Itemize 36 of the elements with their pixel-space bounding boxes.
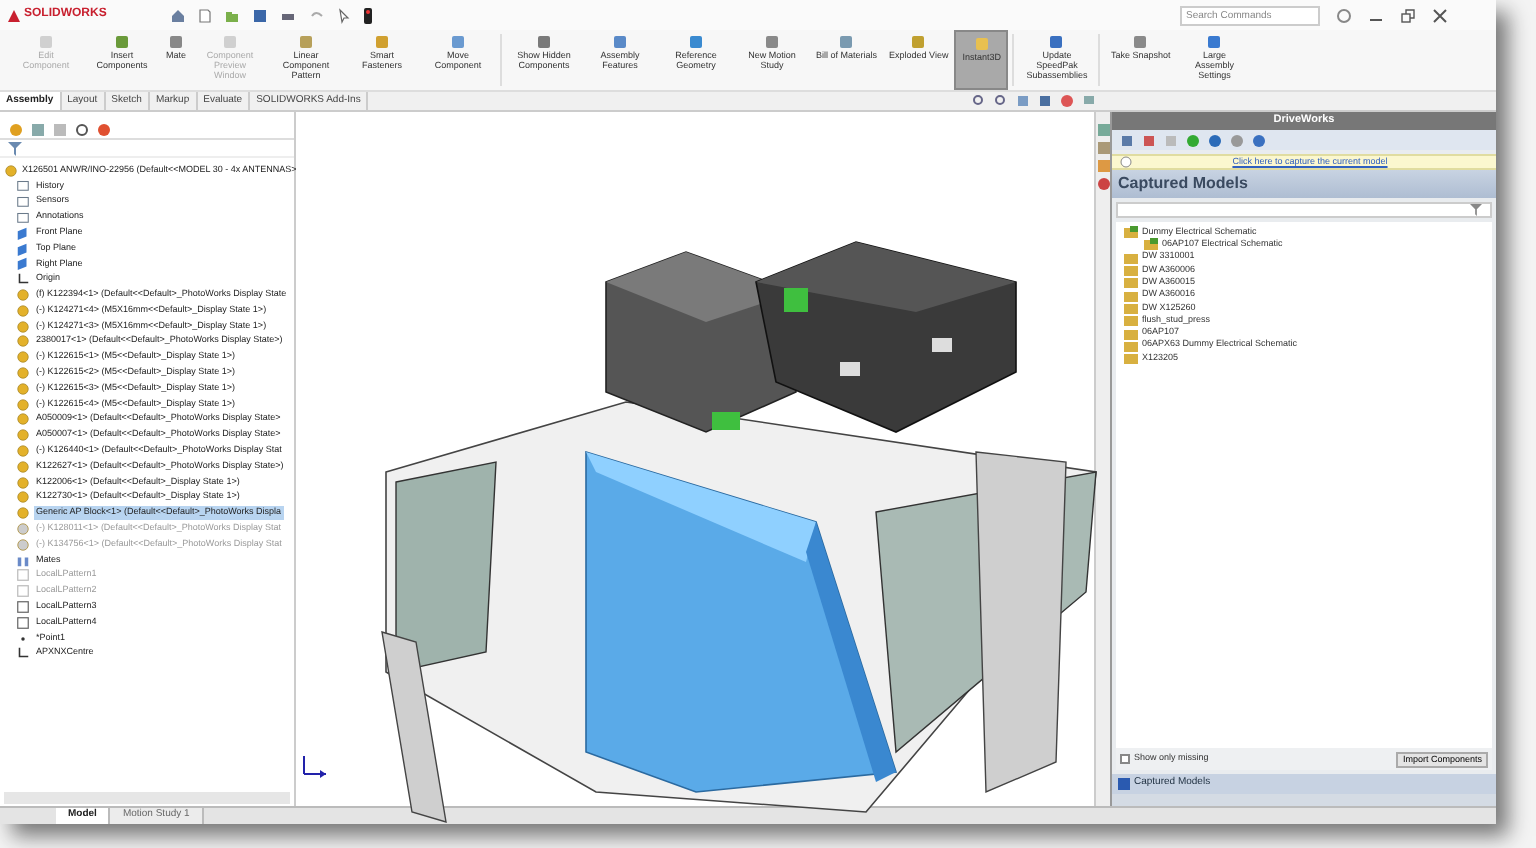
section-heading: Captured Models [1118,172,1248,196]
new-document-icon[interactable] [198,7,213,23]
tool-icon [38,34,54,50]
tool-icon [450,34,467,50]
tool-icon [688,34,705,50]
tool-icon [764,34,781,50]
tool-icon [298,34,315,50]
mates-icon [16,553,30,568]
axis-triad-icon [300,754,328,778]
traffic-light-icon[interactable] [364,7,373,23]
origin-icon [16,646,30,661]
cursor-icon[interactable] [336,7,353,23]
home-icon[interactable] [170,7,187,23]
tool-icon [222,34,239,50]
tool-icon [612,34,629,50]
tool-icon [374,34,391,50]
open-folder-icon[interactable] [224,7,241,23]
tool-icon [1206,34,1223,50]
tool-icon [536,34,553,50]
point-icon [16,631,30,645]
tool-icon [910,34,927,50]
info-icon [1120,156,1132,168]
filter-icon[interactable] [1470,204,1482,216]
tool-icon [114,34,130,50]
tool-icon [973,36,990,52]
tool-icon [168,34,184,50]
tool-icon [1132,34,1149,50]
show-only-missing-checkbox[interactable] [1120,754,1130,764]
restore-icon[interactable] [1400,7,1416,23]
horizontal-scrollbar[interactable] [4,792,290,804]
tool-icon [1048,34,1065,50]
tool-icon [838,34,855,50]
origin-icon [16,272,30,287]
part-icon [4,163,18,177]
close-icon[interactable] [1432,7,1448,23]
filter-icon[interactable] [8,141,22,155]
